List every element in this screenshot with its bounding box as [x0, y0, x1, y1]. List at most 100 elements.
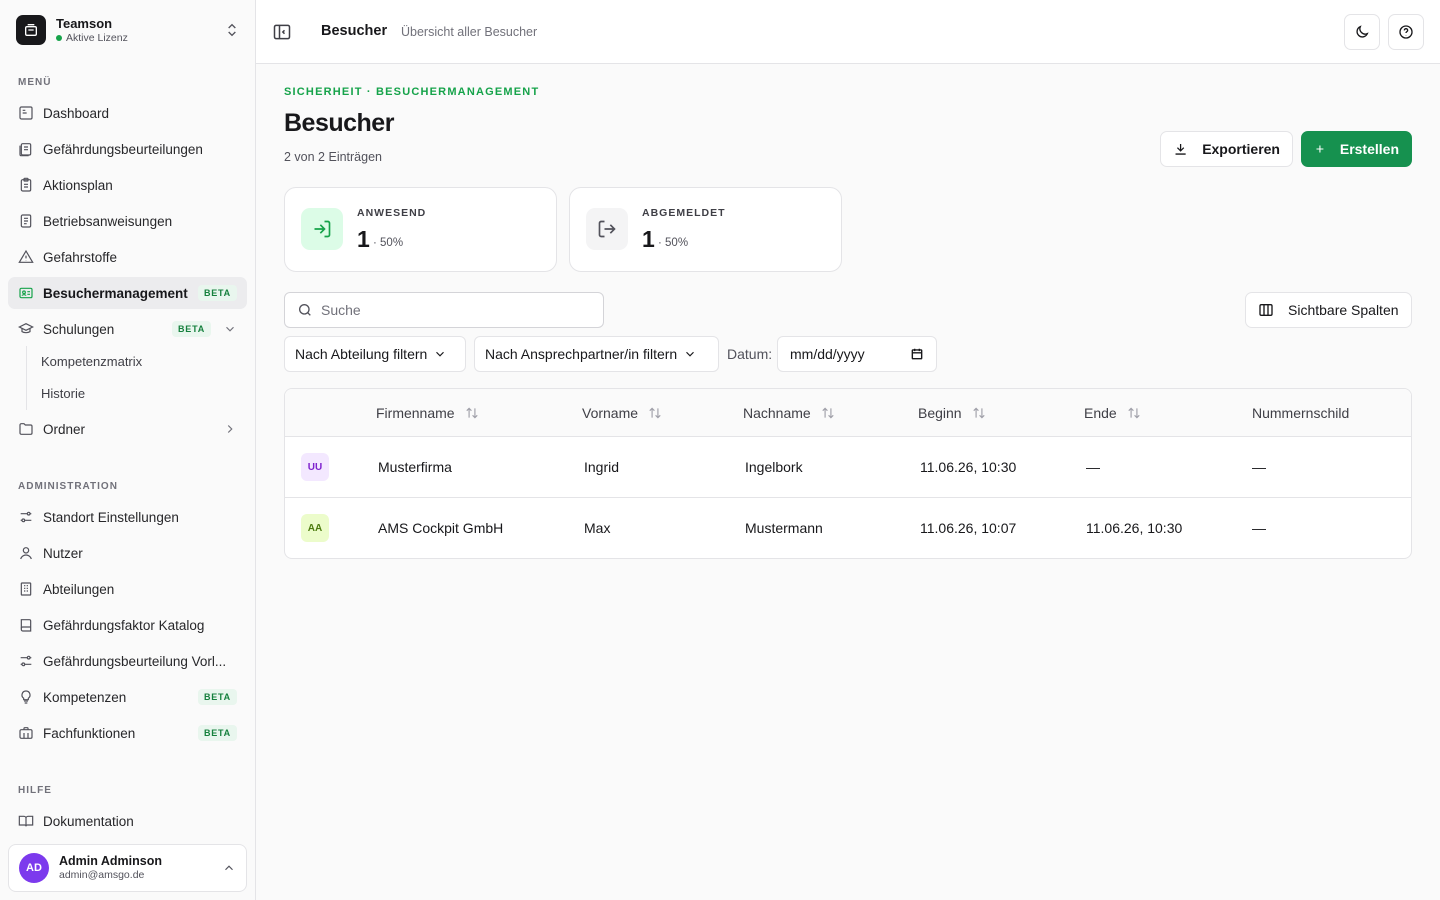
breadcrumb: SICHERHEIT · BESUCHERMANAGEMENT	[284, 86, 540, 98]
clipboard-list-icon	[19, 143, 32, 157]
workspace-switcher[interactable]: Teamson Aktive Lizenz	[8, 8, 248, 52]
sidebar-item-label: Dokumentation	[43, 813, 134, 829]
cell-last-name: Ingelbork	[745, 459, 803, 475]
table-row[interactable]: AA AMS Cockpit GmbH Max Mustermann 11.06…	[285, 498, 1411, 558]
id-card-icon	[19, 287, 33, 299]
visitors-table: Firmenname Vorname Nachname Beginn Ende …	[284, 388, 1412, 559]
sidebar-item-dashboard[interactable]: Dashboard	[8, 97, 247, 129]
menu-section-label: MENÜ	[18, 77, 52, 88]
column-label: Ende	[1084, 405, 1117, 421]
cell-end: —	[1086, 459, 1100, 475]
top-bar: Besucher Übersicht aller Besucher	[256, 0, 1440, 64]
column-header-firmenname[interactable]: Firmenname	[376, 405, 479, 421]
avatar: AD	[19, 853, 49, 883]
sidebar-item-gefaehrdungsbeurteilung-vorlagen[interactable]: Gefährdungsbeurteilung Vorl...	[8, 645, 247, 677]
header-subtitle: Übersicht aller Besucher	[401, 25, 538, 39]
visible-columns-button[interactable]: Sichtbare Spalten	[1245, 292, 1412, 328]
calendar-icon[interactable]	[910, 347, 924, 361]
chevron-up-icon	[225, 865, 233, 871]
sidebar-item-gefaehrdungsfaktor-katalog[interactable]: Gefährdungsfaktor Katalog	[8, 609, 247, 641]
license-label: Aktive Lizenz	[66, 31, 128, 44]
cell-company: AMS Cockpit GmbH	[378, 520, 504, 536]
moon-icon	[1356, 25, 1369, 38]
sidebar-item-standort-einstellungen[interactable]: Standort Einstellungen	[8, 501, 247, 533]
contact-person-filter[interactable]: Nach Ansprechpartner/in filtern	[474, 336, 719, 372]
stat-percentage: · 50%	[373, 237, 404, 249]
sidebar-item-fachfunktionen[interactable]: Fachfunktionen BETA	[8, 717, 247, 749]
column-header-ende[interactable]: Ende	[1084, 405, 1141, 421]
stat-card-logged-out: ABGEMELDET 1 · 50%	[569, 187, 842, 272]
column-header-beginn[interactable]: Beginn	[918, 405, 986, 421]
admin-section-label: ADMINISTRATION	[18, 481, 118, 492]
sidebar-item-label: Gefährdungsbeurteilungen	[43, 141, 203, 157]
beta-badge: BETA	[197, 285, 237, 301]
cell-company: Musterfirma	[378, 459, 452, 475]
stat-icon-box	[586, 208, 628, 250]
sidebar-item-ordner[interactable]: Ordner	[8, 413, 247, 445]
date-placeholder: mm/dd/yyyy	[790, 346, 865, 362]
table-row[interactable]: UU Musterfirma Ingrid Ingelbork 11.06.26…	[285, 437, 1411, 498]
user-icon	[20, 547, 32, 560]
folder-icon	[19, 423, 33, 435]
sidebar-item-gefaehrdungsbeurteilungen[interactable]: Gefährdungsbeurteilungen	[8, 133, 247, 165]
theme-toggle-button[interactable]	[1344, 14, 1380, 50]
download-icon	[1175, 143, 1186, 155]
create-button[interactable]: Erstellen	[1301, 131, 1412, 167]
workspace-name: Teamson	[56, 15, 113, 31]
header-title: Besucher	[321, 23, 388, 39]
company-avatar: AA	[301, 514, 329, 542]
sidebar-item-gefahrstoffe[interactable]: Gefahrstoffe	[8, 241, 247, 273]
search-input[interactable]	[321, 302, 581, 318]
main-content: SICHERHEIT · BESUCHERMANAGEMENT Besucher…	[256, 64, 1440, 884]
sidebar-subitem-kompetenzmatrix[interactable]: Kompetenzmatrix	[33, 347, 233, 375]
book-icon	[20, 619, 32, 632]
sidebar-toggle-icon[interactable]	[272, 22, 292, 42]
sidebar-item-aktionsplan[interactable]: Aktionsplan	[8, 169, 247, 201]
stat-icon-box	[301, 208, 343, 250]
sidebar-item-betriebsanweisungen[interactable]: Betriebsanweisungen	[8, 205, 247, 237]
column-label: Firmenname	[376, 405, 455, 421]
cell-plate: —	[1252, 520, 1266, 536]
stat-card-present: ANWESEND 1 · 50%	[284, 187, 557, 272]
help-circle-icon	[1399, 25, 1413, 39]
sidebar-item-kompetenzen[interactable]: Kompetenzen BETA	[8, 681, 247, 713]
department-filter[interactable]: Nach Abteilung filtern	[284, 336, 466, 372]
stat-percentage: · 50%	[658, 237, 689, 249]
sidebar-subitem-historie[interactable]: Historie	[33, 379, 233, 407]
status-dot-icon	[56, 35, 62, 41]
visible-columns-label: Sichtbare Spalten	[1288, 302, 1399, 318]
column-header-nachname[interactable]: Nachname	[743, 405, 835, 421]
log-out-icon	[598, 220, 616, 238]
sidebar-item-dokumentation[interactable]: Dokumentation	[8, 805, 247, 837]
help-button[interactable]	[1388, 14, 1424, 50]
sidebar-item-besuchermanagement[interactable]: Besuchermanagement BETA	[8, 277, 247, 309]
column-header-vorname[interactable]: Vorname	[582, 405, 662, 421]
column-header-nummernschild: Nummernschild	[1252, 405, 1350, 421]
table-header: Firmenname Vorname Nachname Beginn Ende …	[285, 389, 1411, 437]
file-text-icon	[20, 214, 32, 228]
search-field[interactable]	[284, 292, 604, 328]
sidebar-item-schulungen[interactable]: Schulungen BETA	[8, 313, 247, 345]
sidebar-item-abteilungen[interactable]: Abteilungen	[8, 573, 247, 605]
sliders-icon	[20, 655, 32, 667]
sidebar-item-nutzer[interactable]: Nutzer	[8, 537, 247, 569]
chevron-right-icon	[227, 425, 233, 433]
department-filter-label: Nach Abteilung filtern	[295, 346, 428, 362]
column-label: Vorname	[582, 405, 639, 421]
date-input[interactable]: mm/dd/yyyy	[777, 336, 937, 372]
entry-count: 2 von 2 Einträgen	[284, 150, 382, 164]
log-in-icon	[314, 220, 331, 238]
sidebar-item-label: Kompetenzen	[43, 689, 127, 705]
column-label: Beginn	[918, 405, 962, 421]
stat-label: ANWESEND	[357, 207, 427, 219]
briefcase-icon	[19, 727, 33, 739]
sidebar: Teamson Aktive Lizenz MENÜ Dashboard Gef…	[0, 0, 256, 900]
search-icon	[299, 304, 311, 316]
user-menu[interactable]: AD Admin Adminson admin@amsgo.de	[8, 844, 247, 892]
export-button[interactable]: Exportieren	[1160, 131, 1293, 167]
sort-icon	[972, 407, 985, 419]
sort-icon	[1128, 407, 1140, 419]
cell-start: 11.06.26, 10:07	[920, 520, 1017, 536]
app-logo-icon	[16, 15, 46, 45]
sidebar-item-label: Schulungen	[43, 321, 115, 337]
